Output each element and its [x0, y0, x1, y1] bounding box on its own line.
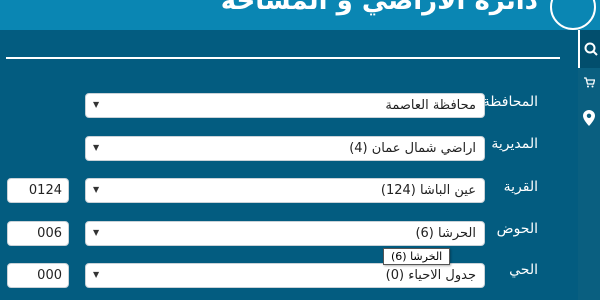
chevron-down-icon: ▼ — [93, 100, 100, 109]
neighborhood-label: الحي — [509, 262, 538, 278]
village-code-field[interactable]: 0124 — [7, 178, 69, 203]
village-label: القرية — [503, 179, 538, 195]
header-bar: دائرة الأراضي و المساحة — [0, 0, 600, 30]
dls-seal-icon — [550, 0, 596, 30]
location-pin-icon[interactable] — [583, 110, 595, 129]
basin-value: الحرشا (6) — [415, 226, 476, 241]
governorate-select[interactable]: ▼ محافظة العاصمة — [85, 93, 485, 118]
directorate-label: المديرية — [491, 136, 538, 152]
tooltip: الخرشا (6) — [383, 248, 451, 265]
search-icon — [584, 42, 598, 56]
chevron-down-icon: ▼ — [93, 228, 100, 237]
basin-select[interactable]: ▼ الحرشا (6) — [85, 221, 485, 246]
chevron-down-icon: ▼ — [93, 143, 100, 152]
side-toolbar — [578, 30, 600, 300]
neighborhood-value: جدول الاحياء (0) — [385, 268, 476, 283]
governorate-value: محافظة العاصمة — [385, 98, 476, 113]
cart-icon[interactable] — [583, 76, 596, 91]
panel-divider — [6, 57, 560, 59]
neighborhood-select[interactable]: ▼ جدول الاحياء (0) — [85, 263, 485, 288]
chevron-down-icon: ▼ — [93, 270, 100, 279]
directorate-select[interactable]: ▼ اراضي شمال عمان (4) — [85, 136, 485, 161]
search-panel: المحافظة ▼ محافظة العاصمة المديرية ▼ ارا… — [0, 30, 578, 300]
chevron-down-icon: ▼ — [93, 185, 100, 194]
neighborhood-code-field[interactable]: 000 — [7, 263, 69, 288]
basin-code-field[interactable]: 006 — [7, 221, 69, 246]
directorate-value: اراضي شمال عمان (4) — [349, 141, 476, 156]
page-title: دائرة الأراضي و المساحة — [220, 0, 538, 16]
search-tool-button[interactable] — [578, 30, 600, 68]
village-select[interactable]: ▼ عين الباشا (124) — [85, 178, 485, 203]
village-value: عين الباشا (124) — [380, 183, 476, 198]
basin-label: الحوض — [496, 221, 538, 237]
governorate-label: المحافظة — [482, 94, 538, 110]
